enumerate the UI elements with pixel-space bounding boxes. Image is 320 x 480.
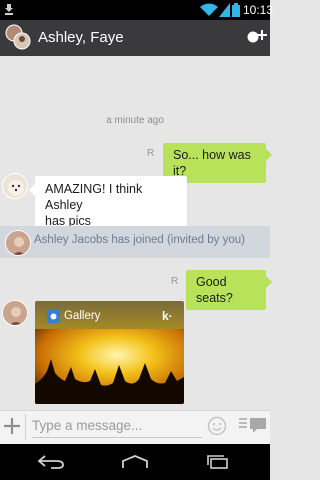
status-bar: 10:13 — [0, 0, 274, 20]
attach-plus-icon[interactable] — [3, 417, 21, 435]
recent-apps-icon[interactable] — [205, 455, 231, 469]
avatar-faye[interactable] — [2, 173, 28, 199]
wifi-icon — [200, 3, 218, 16]
gallery-icon — [47, 310, 60, 323]
clock: 10:13 — [243, 3, 274, 17]
message-text-line-1: AMAZING! I think Ashley — [45, 182, 143, 212]
avatar-ashley[interactable] — [5, 230, 31, 256]
gallery-attachment[interactable]: Gallery k· — [35, 301, 184, 404]
timestamp: a minute ago — [106, 115, 164, 126]
avatar-ashley[interactable] — [2, 300, 28, 326]
group-options-icon[interactable] — [244, 26, 268, 48]
smiley-icon[interactable] — [207, 416, 227, 436]
kik-logo: k· — [162, 309, 173, 323]
chat-title[interactable]: Ashley, Faye — [38, 28, 124, 48]
battery-icon — [232, 3, 240, 17]
read-receipt: R — [171, 276, 179, 287]
group-avatar[interactable] — [5, 24, 31, 50]
smiley-list-icon[interactable] — [239, 417, 267, 435]
join-notice: Ashley Jacobs has joined (invited by you… — [34, 234, 245, 246]
concert-photo — [35, 329, 184, 404]
download-icon — [5, 4, 13, 15]
gallery-label: Gallery — [64, 310, 101, 322]
composer-divider — [25, 414, 26, 440]
message-text: So... how was it? — [173, 148, 251, 178]
signal-icon — [219, 3, 230, 17]
message-input[interactable] — [32, 414, 202, 438]
back-icon[interactable] — [37, 455, 65, 469]
message-text: Good seats? — [196, 275, 233, 305]
read-receipt: R — [147, 148, 155, 159]
outgoing-message[interactable]: Good seats? — [186, 270, 272, 310]
home-icon[interactable] — [119, 455, 151, 469]
